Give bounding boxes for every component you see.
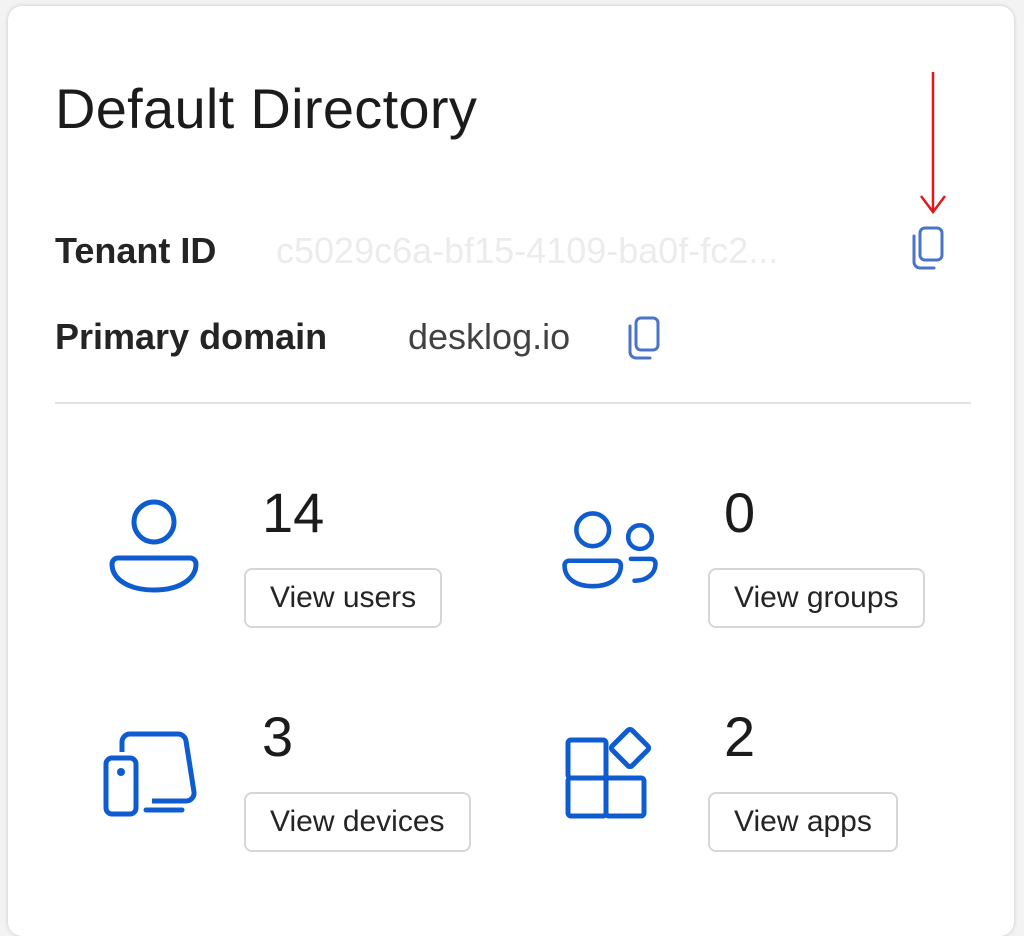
person-icon [109,499,199,593]
primary-domain-value: desklog.io [408,316,571,357]
copy-icon [628,316,660,360]
view-devices-button[interactable]: View devices [244,792,471,852]
users-count: 14 [262,481,325,544]
tenant-id-value: c5029c6a-bf15-4109-ba0f-fc2... [276,230,779,271]
tenant-id-label: Tenant ID [55,230,217,271]
apps-icon [565,726,652,819]
primary-domain-label: Primary domain [55,316,328,357]
groups-count: 0 [724,481,756,544]
copy-tenant-id-button[interactable] [908,222,948,272]
copy-primary-domain-button[interactable] [624,312,664,362]
view-users-button[interactable]: View users [244,568,443,628]
view-groups-button[interactable]: View groups [708,568,925,628]
view-apps-button[interactable]: View apps [708,792,898,852]
divider [55,402,971,404]
devices-count: 3 [262,705,294,768]
people-icon [562,511,658,589]
copy-icon [912,226,944,270]
page-title: Default Directory [55,77,478,140]
devices-icon [103,731,197,817]
directory-card: Default Directory Tenant ID c5029c6a-bf1… [8,6,1014,936]
annotation-arrow [920,72,946,215]
apps-count: 2 [724,705,756,768]
